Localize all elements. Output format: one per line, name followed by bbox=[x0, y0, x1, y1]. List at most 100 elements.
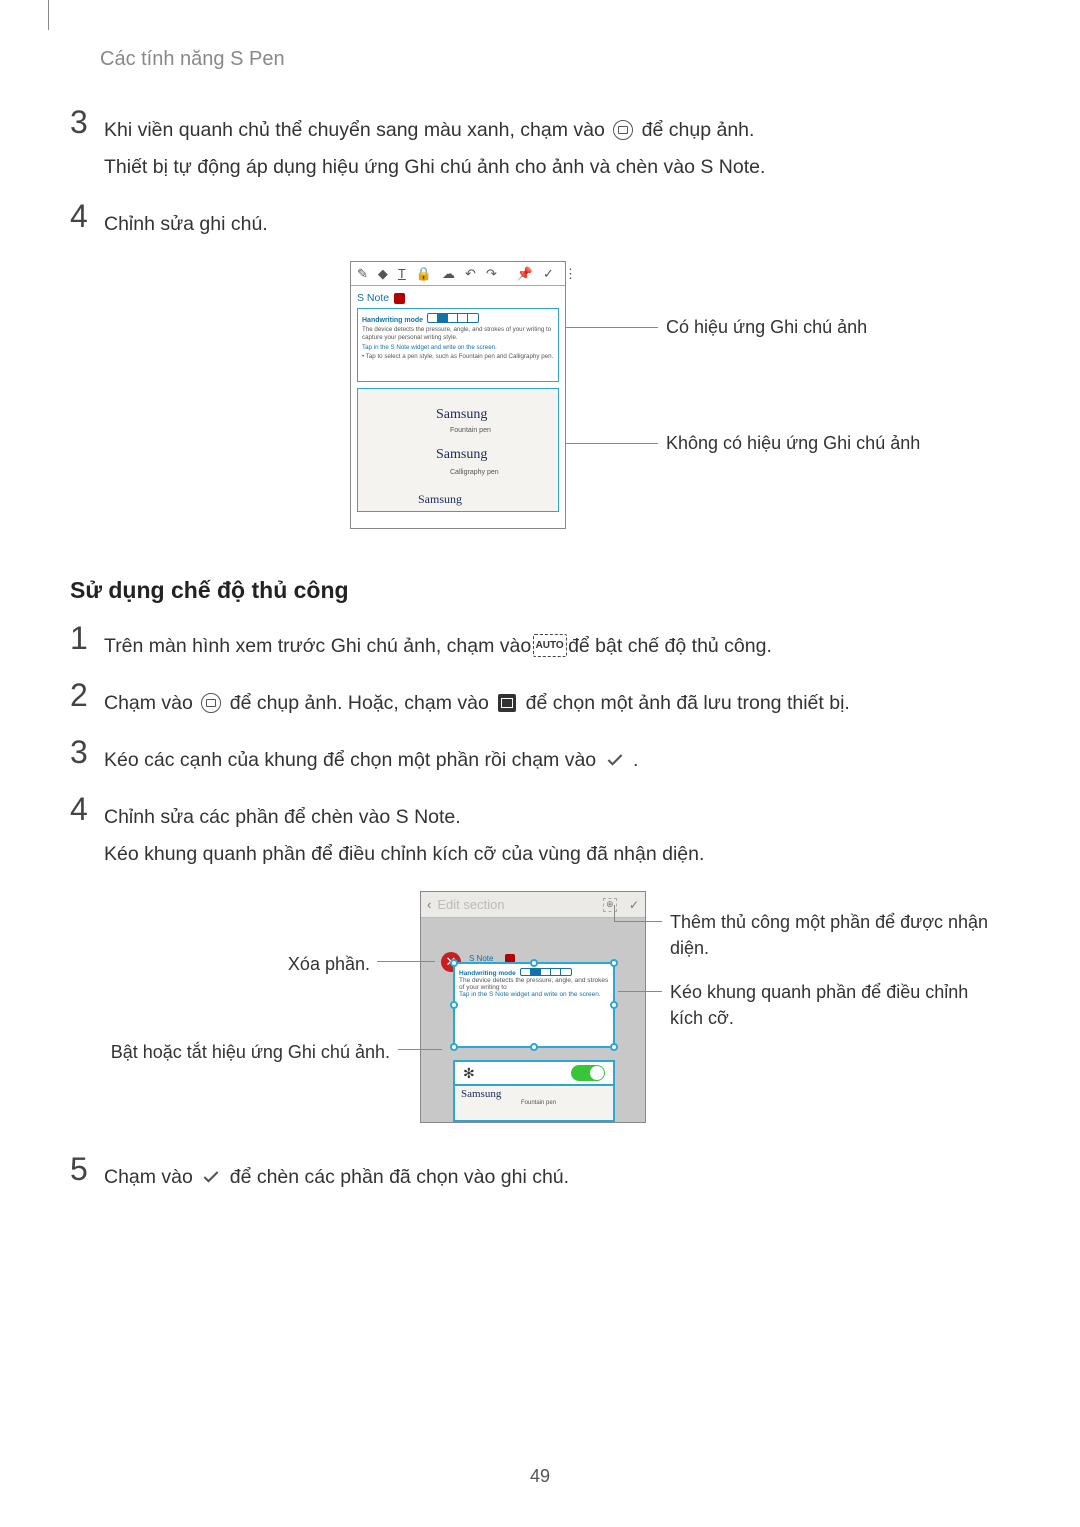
desc: Tap in the S Note widget and write on th… bbox=[459, 991, 609, 998]
mode-pills bbox=[427, 313, 479, 323]
resize-handle bbox=[610, 959, 618, 967]
text: để chụp ảnh. bbox=[642, 119, 755, 141]
toolbar: ✎ ◆ T 🔒 ☁ ↶ ↷ 📌 ✓ ⋮ bbox=[351, 262, 565, 286]
snote-label: S Note bbox=[351, 286, 565, 306]
handwriting-label: Handwriting mode bbox=[459, 970, 516, 977]
step-text: Trên màn hình xem trước Ghi chú ảnh, chạ… bbox=[104, 626, 772, 665]
lock-icon: 🔒 bbox=[416, 266, 432, 282]
text: Kéo khung quanh phần để điều chỉnh kích … bbox=[104, 843, 704, 865]
step-number: 1 bbox=[70, 622, 104, 654]
step-text: Chạm vào để chèn các phần đã chọn vào gh… bbox=[104, 1157, 569, 1196]
page-number: 49 bbox=[0, 1466, 1080, 1487]
subheading-manual-mode: Sử dụng chế độ thủ công bbox=[70, 577, 1010, 604]
figure-snote-effect: ✎ ◆ T 🔒 ☁ ↶ ↷ 📌 ✓ ⋮ S Note Handwriting m… bbox=[350, 261, 1010, 541]
step-3b: 3 Kéo các cạnh của khung để chọn một phầ… bbox=[70, 740, 1010, 779]
mode-pills bbox=[520, 968, 572, 976]
sample-text: Samsung bbox=[436, 407, 487, 423]
callout-line bbox=[398, 1049, 442, 1050]
step-5b: 5 Chạm vào để chèn các phần đã chọn vào … bbox=[70, 1157, 1010, 1196]
text: . bbox=[633, 749, 638, 771]
camera-icon bbox=[612, 119, 634, 141]
text: S Note bbox=[357, 292, 389, 304]
more-icon: ⋮ bbox=[564, 266, 577, 282]
callout-line bbox=[566, 443, 658, 444]
picture-icon bbox=[496, 692, 518, 714]
callout-has-effect: Có hiệu ứng Ghi chú ảnh bbox=[666, 317, 867, 338]
page-header: Các tính năng S Pen bbox=[100, 48, 285, 71]
step-text: Khi viền quanh chủ thể chuyển sang màu x… bbox=[104, 110, 765, 186]
text: để chèn các phần đã chọn vào ghi chú. bbox=[230, 1166, 569, 1188]
sparkle-icon: ✻ bbox=[463, 1065, 475, 1082]
text: Chạm vào bbox=[104, 692, 198, 714]
callout-line bbox=[618, 991, 662, 992]
resize-handle bbox=[610, 1043, 618, 1051]
snote-badge-icon bbox=[394, 293, 405, 304]
figure-edit-section: ‹ Edit section ⊕ ✓ ✕ S Note Handwriting … bbox=[70, 891, 1030, 1131]
handwriting-label: Handwriting mode bbox=[362, 317, 423, 324]
callout-resize: Kéo khung quanh phần để điều chỉnh kích … bbox=[670, 979, 970, 1031]
resize-handle bbox=[610, 1001, 618, 1009]
callout-line bbox=[614, 905, 615, 921]
sample-strip: Samsung Fountain pen bbox=[453, 1084, 615, 1122]
photo-note-effect-box: Handwriting mode The device detects the … bbox=[357, 308, 559, 382]
sample-text: Samsung bbox=[418, 492, 462, 507]
step-3a: 3 Khi viền quanh chủ thể chuyển sang màu… bbox=[70, 110, 1010, 186]
text: Chỉnh sửa các phần để chèn vào S Note. bbox=[104, 806, 461, 828]
callout-delete: Xóa phần. bbox=[220, 951, 370, 977]
effect-toggle-row: ✻ bbox=[453, 1060, 615, 1086]
step-number: 5 bbox=[70, 1153, 104, 1185]
resize-handle bbox=[450, 1043, 458, 1051]
text: Khi viền quanh chủ thể chuyển sang màu x… bbox=[104, 119, 610, 141]
step-number: 2 bbox=[70, 679, 104, 711]
step-number: 3 bbox=[70, 736, 104, 768]
callout-line bbox=[566, 327, 658, 328]
desc: The device detects the pressure, angle, … bbox=[362, 326, 554, 342]
title: Edit section bbox=[437, 897, 504, 912]
fountain-label: Fountain pen bbox=[450, 427, 491, 434]
desc: Tap in the S Note widget and write on th… bbox=[362, 344, 554, 352]
sample-text: Samsung bbox=[436, 447, 487, 463]
desc: • Tap to select a pen style, such as Fou… bbox=[362, 353, 554, 361]
snote-screenshot: ✎ ◆ T 🔒 ☁ ↶ ↷ 📌 ✓ ⋮ S Note Handwriting m… bbox=[350, 261, 566, 529]
text: để chụp ảnh. Hoặc, chạm vào bbox=[230, 692, 495, 714]
confirm-icon: ✓ bbox=[629, 898, 639, 912]
step-number: 4 bbox=[70, 200, 104, 232]
text: để bật chế độ thủ công. bbox=[568, 635, 772, 657]
callout-add-section: Thêm thủ công một phần để được nhận diện… bbox=[670, 909, 990, 961]
step-number: 3 bbox=[70, 106, 104, 138]
step-4a: 4 Chỉnh sửa ghi chú. bbox=[70, 204, 1010, 243]
step-text: Kéo các cạnh của khung để chọn một phần … bbox=[104, 740, 638, 779]
step-2b: 2 Chạm vào để chụp ảnh. Hoặc, chạm vào đ… bbox=[70, 683, 1010, 722]
edit-section-screenshot: ‹ Edit section ⊕ ✓ ✕ S Note Handwriting … bbox=[420, 891, 646, 1123]
check-icon bbox=[200, 1166, 222, 1188]
check-icon bbox=[604, 749, 626, 771]
text: Kéo các cạnh của khung để chọn một phần … bbox=[104, 749, 602, 771]
back-icon: ‹ bbox=[427, 897, 431, 912]
step-1b: 1 Trên màn hình xem trước Ghi chú ảnh, c… bbox=[70, 626, 1010, 665]
resize-handle bbox=[530, 959, 538, 967]
text: Trên màn hình xem trước Ghi chú ảnh, chạ… bbox=[104, 635, 537, 657]
callout-toggle: Bật hoặc tắt hiệu ứng Ghi chú ảnh. bbox=[80, 1039, 390, 1065]
step-4b: 4 Chỉnh sửa các phần để chèn vào S Note.… bbox=[70, 797, 1010, 873]
resize-handle bbox=[450, 1001, 458, 1009]
no-effect-box: Samsung Fountain pen Samsung Calligraphy… bbox=[357, 388, 559, 512]
callout-line bbox=[377, 961, 435, 962]
text: Thiết bị tự động áp dụng hiệu ứng Ghi ch… bbox=[104, 156, 765, 178]
redo-icon: ↷ bbox=[486, 266, 497, 282]
undo-icon: ↶ bbox=[465, 266, 476, 282]
selected-section: Handwriting mode The device detects the … bbox=[453, 962, 615, 1048]
camera-icon bbox=[200, 692, 222, 714]
resize-handle bbox=[450, 959, 458, 967]
callout-no-effect: Không có hiệu ứng Ghi chú ảnh bbox=[666, 433, 920, 454]
text: Chạm vào bbox=[104, 1166, 198, 1188]
step-number: 4 bbox=[70, 793, 104, 825]
text: để chọn một ảnh đã lưu trong thiết bị. bbox=[526, 692, 850, 714]
resize-handle bbox=[530, 1043, 538, 1051]
diamond-icon: ◆ bbox=[378, 266, 388, 282]
fountain-label: Fountain pen bbox=[521, 1100, 607, 1106]
check-icon: ✓ bbox=[543, 266, 554, 282]
sample-text: Samsung bbox=[461, 1088, 501, 1100]
desc: The device detects the pressure, angle, … bbox=[459, 977, 609, 991]
auto-icon: AUTO bbox=[539, 635, 561, 657]
step-text: Chỉnh sửa các phần để chèn vào S Note. K… bbox=[104, 797, 704, 873]
